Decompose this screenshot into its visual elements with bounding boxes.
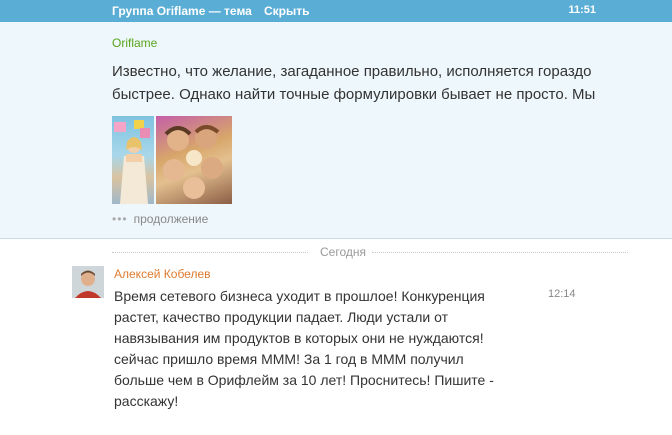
ellipsis-icon: ••• [112,212,128,226]
separator-line [372,252,628,253]
topbar-time: 11:51 [568,4,596,16]
pinned-post: Oriflame Известно, что желание, загаданн… [0,22,672,239]
read-more-label: продолжение [133,212,209,226]
date-label: Сегодня [320,245,366,259]
post-photo[interactable] [112,116,154,204]
read-more-link[interactable]: ••• продолжение [112,212,208,226]
hide-link[interactable]: Скрыть [264,4,310,18]
avatar[interactable] [72,266,104,298]
separator-line [112,252,308,253]
post-photo[interactable] [156,116,232,204]
post-author[interactable]: Oriflame [112,36,157,50]
comment-text: Время сетевого бизнеса уходит в прошлое!… [114,288,494,409]
comment-author[interactable]: Алексей Кобелев [114,267,211,281]
post-text: Известно, что желание, загаданное правил… [112,63,596,103]
comment: Алексей Кобелев 12:14 Время сетевого биз… [72,266,632,409]
topic-title[interactable]: Группа Oriflame — тема [112,4,252,18]
date-separator: Сегодня [112,245,628,259]
top-bar: Группа Oriflame — тема Скрыть 11:51 [0,0,672,22]
comment-time: 12:14 [548,288,576,300]
